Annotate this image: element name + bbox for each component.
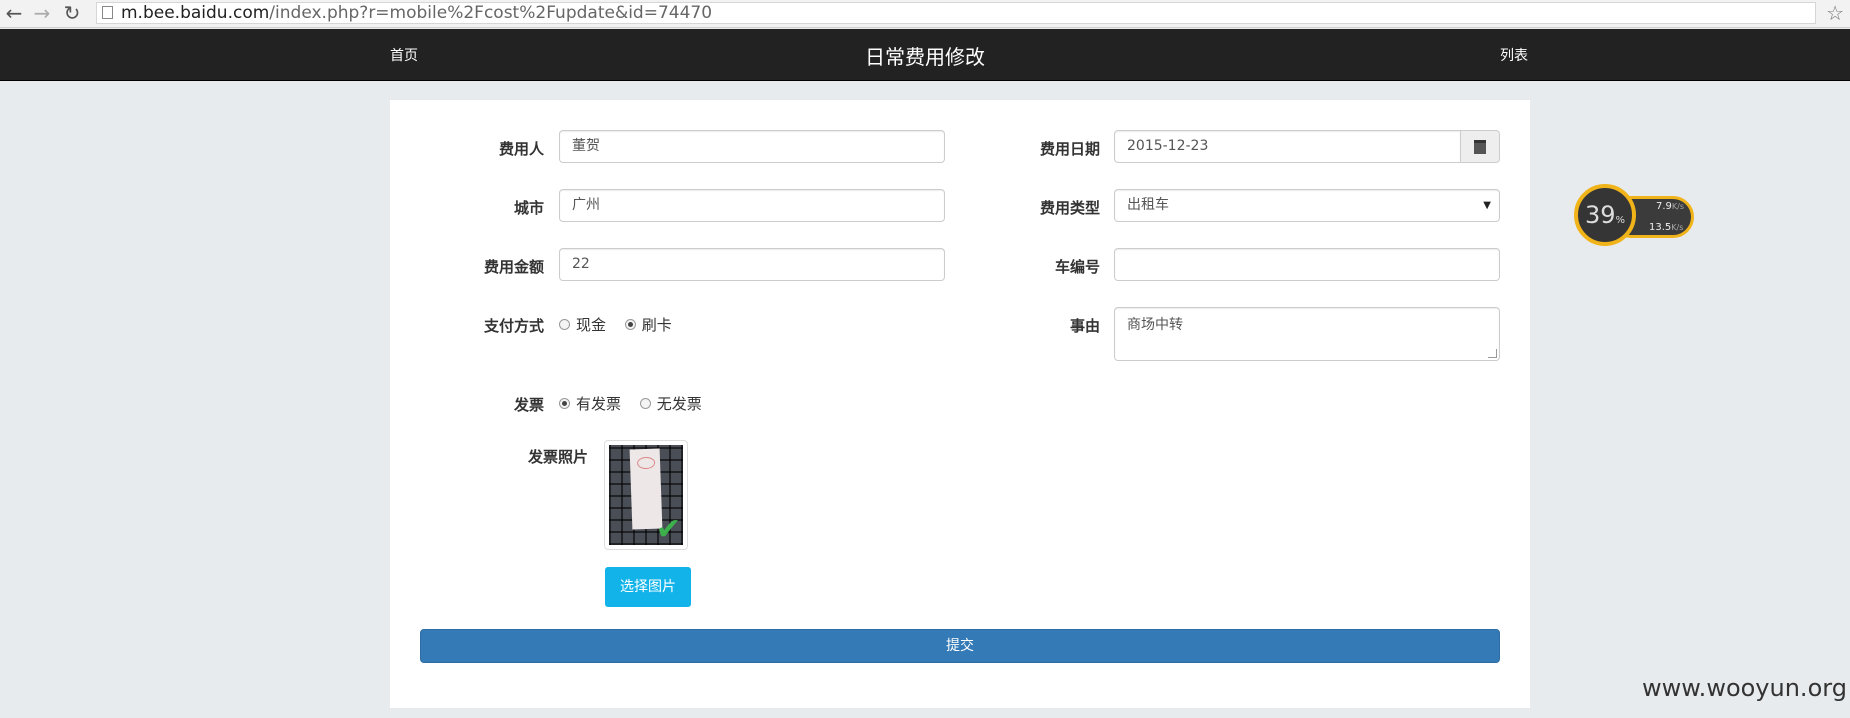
upload-speed-value: 7.9 — [1656, 201, 1672, 212]
top-navbar: 首页 日常费用修改 列表 — [0, 29, 1850, 81]
date-label: 费用日期 — [1039, 140, 1100, 158]
download-speed-unit: K/s — [1671, 223, 1684, 232]
radio-invoice-no[interactable] — [639, 398, 651, 409]
payment-option-card-label: 刷卡 — [641, 316, 672, 334]
download-speed-value: 13.5 — [1649, 222, 1672, 233]
type-select[interactable]: 出租车 ▼ — [1114, 189, 1500, 222]
car-input[interactable] — [1114, 248, 1500, 281]
invoice-option-yes[interactable]: 有发票 — [559, 393, 621, 414]
page-title: 日常费用修改 — [865, 45, 985, 69]
forward-arrow-icon[interactable]: → — [30, 1, 54, 25]
invoice-option-no[interactable]: 无发票 — [639, 393, 702, 414]
payment-radio-group: 现金 刷卡 — [559, 314, 686, 335]
radio-card[interactable] — [624, 319, 636, 330]
invoice-photo: ✔ — [609, 445, 683, 545]
usage-percent-sign: % — [1615, 215, 1626, 226]
network-speed-widget[interactable]: 39% 7.9K/s 13.5K/s — [1574, 184, 1698, 250]
nav-list-link[interactable]: 列表 — [1500, 45, 1528, 65]
amount-label: 费用金额 — [483, 258, 544, 276]
type-select-value: 出租车 — [1127, 197, 1169, 213]
upload-speed-unit: K/s — [1671, 202, 1685, 211]
payment-option-cash[interactable]: 现金 — [559, 314, 606, 335]
payer-input[interactable]: 董贺 — [559, 130, 945, 163]
city-label: 城市 — [513, 199, 544, 217]
back-arrow-icon[interactable]: ← — [2, 1, 26, 25]
invoice-label: 发票 — [513, 396, 544, 414]
invoice-option-yes-label: 有发票 — [576, 395, 622, 413]
browser-toolbar: ← → ↻ m.bee.baidu.com/index.php?r=mobile… — [0, 0, 1850, 28]
bookmark-star-icon[interactable]: ☆ — [1826, 0, 1844, 26]
radio-cash[interactable] — [559, 319, 570, 330]
calendar-icon — [1474, 140, 1486, 154]
upload-speed: 7.9K/s — [1656, 201, 1684, 212]
url-path: /index.php?r=mobile%2Fcost%2Fupdate&id=7… — [269, 3, 713, 23]
address-bar[interactable]: m.bee.baidu.com/index.php?r=mobile%2Fcos… — [96, 2, 1816, 24]
choose-image-button[interactable]: 选择图片 — [605, 567, 691, 607]
payment-label: 支付方式 — [483, 317, 544, 335]
url-host: m.bee.baidu.com — [121, 3, 270, 23]
radio-invoice-yes[interactable] — [559, 398, 570, 409]
city-input[interactable]: 广州 — [559, 189, 945, 222]
page-icon — [102, 6, 113, 19]
photo-label: 发票照片 — [527, 448, 588, 466]
car-label: 车编号 — [1054, 258, 1100, 276]
payer-label: 费用人 — [498, 140, 544, 158]
usage-gauge: 39% — [1574, 184, 1636, 246]
date-picker-button[interactable] — [1460, 130, 1500, 163]
invoice-photo-thumbnail[interactable]: ✔ — [604, 440, 688, 550]
chevron-down-icon: ▼ — [1483, 200, 1491, 211]
invoice-radio-group: 有发票 无发票 — [559, 393, 716, 414]
check-icon: ✔ — [655, 512, 681, 545]
form-panel: 费用人 董贺 费用日期 2015-12-23 城市 广州 费用类型 出租车 ▼ … — [390, 100, 1530, 708]
payment-option-card[interactable]: 刷卡 — [624, 314, 672, 335]
date-input[interactable]: 2015-12-23 — [1114, 130, 1461, 163]
resize-handle-icon[interactable] — [1488, 349, 1497, 358]
usage-percent: 39 — [1584, 201, 1616, 229]
download-speed: 13.5K/s — [1649, 222, 1683, 233]
invoice-option-no-label: 无发票 — [656, 395, 702, 413]
payment-option-cash-label: 现金 — [576, 316, 607, 334]
amount-input[interactable]: 22 — [559, 248, 945, 281]
watermark: www.wooyun.org — [1642, 674, 1847, 702]
reason-textarea[interactable]: 商场中转 — [1114, 307, 1500, 361]
reason-text: 商场中转 — [1127, 317, 1183, 333]
submit-button[interactable]: 提交 — [420, 629, 1500, 663]
type-label: 费用类型 — [1039, 199, 1100, 217]
page-title-wrap: 日常费用修改 — [0, 41, 1850, 70]
reload-icon[interactable]: ↻ — [60, 1, 84, 25]
reason-label: 事由 — [1069, 317, 1100, 335]
